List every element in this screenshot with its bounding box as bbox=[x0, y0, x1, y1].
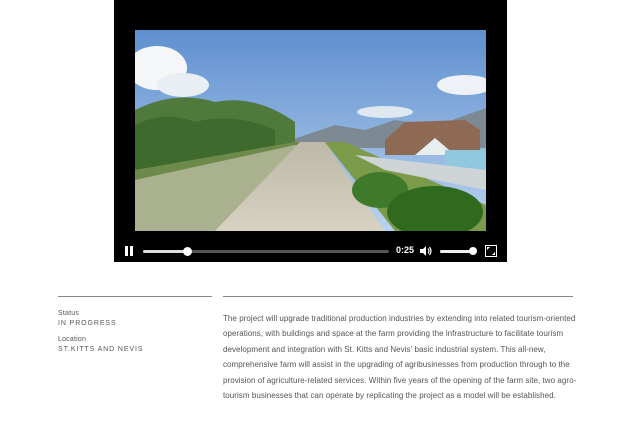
divider-left bbox=[58, 296, 212, 297]
pause-icon[interactable] bbox=[124, 246, 134, 256]
status-label: Status bbox=[58, 310, 80, 317]
video-still bbox=[135, 30, 486, 231]
status-value: IN PROGRESS bbox=[58, 320, 117, 327]
volume-slider[interactable] bbox=[440, 247, 477, 255]
divider-right bbox=[223, 296, 573, 297]
current-time: 0:25 bbox=[396, 245, 415, 255]
video-player[interactable]: 0:25 bbox=[114, 0, 507, 262]
progress-fill bbox=[143, 250, 188, 253]
fullscreen-icon[interactable] bbox=[485, 245, 497, 257]
video-controls: 0:25 bbox=[114, 240, 507, 262]
video-frame[interactable] bbox=[135, 30, 486, 231]
volume-handle[interactable] bbox=[468, 247, 477, 255]
location-label: Location bbox=[58, 336, 87, 343]
volume-fill bbox=[440, 250, 473, 253]
progress-bar[interactable] bbox=[143, 247, 389, 256]
project-description: The project will upgrade traditional pro… bbox=[223, 314, 577, 401]
volume-icon[interactable] bbox=[420, 245, 433, 257]
progress-handle[interactable] bbox=[183, 247, 193, 256]
location-group: Location ST.KITTS AND NEVIS bbox=[58, 335, 212, 355]
project-meta: Status IN PROGRESS Location ST.KITTS AND… bbox=[58, 309, 212, 355]
status-group: Status IN PROGRESS bbox=[58, 309, 212, 329]
location-value: ST.KITTS AND NEVIS bbox=[58, 346, 144, 353]
